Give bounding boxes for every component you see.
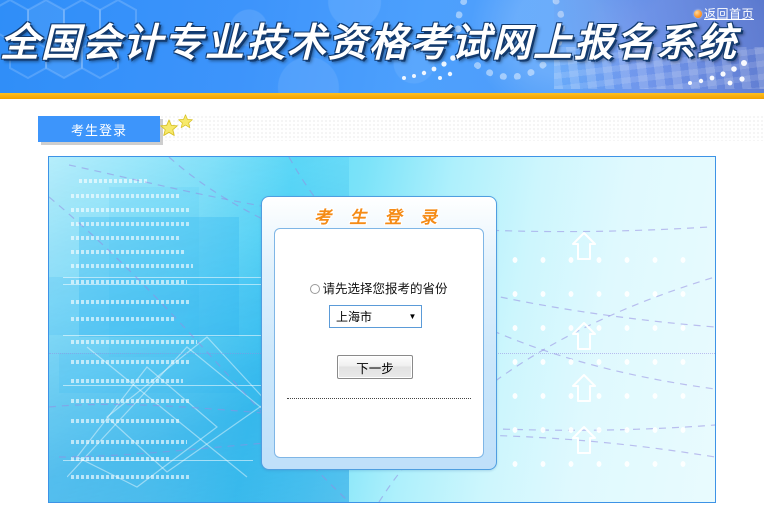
- province-prompt-label: 请先选择您报考的省份: [322, 282, 448, 296]
- province-select-value: 上海市: [336, 310, 373, 324]
- login-panel-body: 请先选择您报考的省份 上海市 ▼ 下一步: [274, 228, 484, 458]
- province-prompt: 请先选择您报考的省份: [275, 278, 483, 297]
- radio-circle-icon: [310, 283, 321, 294]
- arrow-decoration-group: [571, 231, 597, 477]
- page-root: 全国会计专业技术资格考试网上报名系统 返回首页 考生登录 考 生 登 录 请先选…: [0, 0, 764, 511]
- star-icon: [178, 114, 193, 129]
- next-step-button[interactable]: 下一步: [337, 355, 413, 379]
- province-select[interactable]: 上海市 ▼: [329, 305, 422, 328]
- panel-dotted-divider: [287, 398, 471, 399]
- up-arrow-icon: [572, 232, 596, 260]
- up-arrow-icon: [572, 374, 596, 402]
- up-arrow-icon: [572, 322, 596, 350]
- page-title: 全国会计专业技术资格考试网上报名系统: [0, 22, 739, 65]
- tab-candidate-login[interactable]: 考生登录: [38, 116, 160, 142]
- star-icon: [160, 119, 178, 137]
- up-arrow-icon: [572, 426, 596, 454]
- site-banner: 全国会计专业技术资格考试网上报名系统 返回首页: [0, 0, 764, 93]
- next-step-button-label: 下一步: [356, 361, 394, 376]
- login-panel: 考 生 登 录 请先选择您报考的省份 上海市 ▼ 下一步: [261, 196, 497, 470]
- orange-bullet-icon: [694, 10, 702, 18]
- login-panel-title: 考 生 登 录: [314, 208, 444, 227]
- return-home-link[interactable]: 返回首页: [704, 5, 754, 22]
- tab-strip-texture: [160, 115, 764, 141]
- chevron-down-icon: ▼: [408, 312, 417, 321]
- tab-label: 考生登录: [70, 122, 127, 138]
